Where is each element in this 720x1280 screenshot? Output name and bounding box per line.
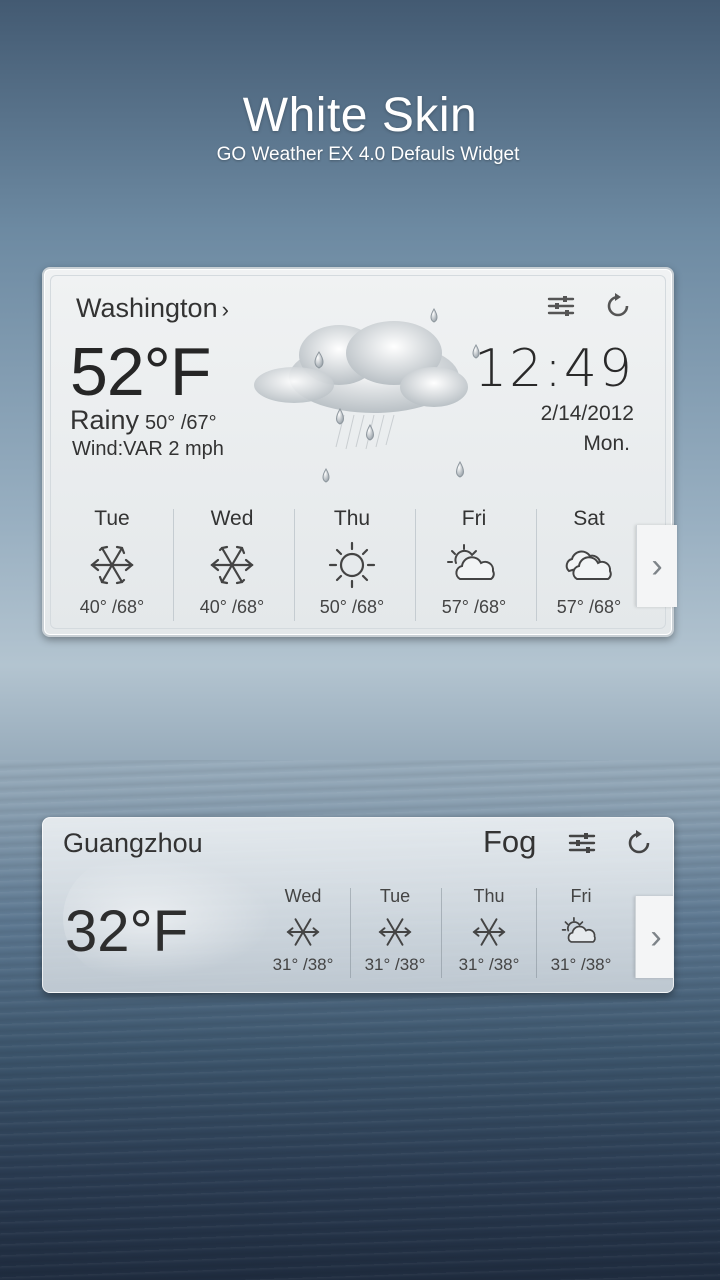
current-temperature: 52°F: [70, 334, 211, 410]
forecast-day[interactable]: Fri 57° /68°: [414, 507, 534, 618]
forecast-temps: 57° /68°: [441, 597, 507, 617]
forecast-temps: 31° /38°: [364, 955, 426, 974]
page-title: White Skin: [242, 89, 478, 142]
forecast-day-label: Tue: [94, 507, 130, 530]
city-name: Washington: [76, 293, 218, 323]
forecast-temps: 40° /68°: [79, 597, 145, 617]
clock-weekday: Mon.: [583, 432, 630, 455]
forecast-day-label: Thu: [473, 886, 505, 906]
partly-cloudy-icon: [561, 916, 596, 943]
partly-cloudy-icon: [447, 544, 495, 580]
snowflake-icon: [210, 545, 254, 585]
forecast-day-label: Wed: [284, 886, 322, 906]
current-temperature: 32°F: [65, 899, 189, 964]
forecast-day[interactable]: Thu 31° /38°: [444, 886, 534, 975]
forecast-day-label: Wed: [210, 507, 254, 530]
city-selector[interactable]: Washington ›: [76, 293, 229, 324]
sun-icon: [328, 541, 376, 589]
forecast-day[interactable]: Sat 57° /68°: [534, 507, 644, 618]
forecast-day-label: Sat: [573, 507, 605, 530]
page-subtitle: GO Weather EX 4.0 Defauls Widget: [216, 144, 520, 165]
settings-icon[interactable]: [544, 289, 578, 323]
temperature-range: 50° /67°: [145, 412, 217, 434]
forecast-day[interactable]: Wed 31° /38°: [258, 886, 348, 975]
forecast-temps: 50° /68°: [319, 597, 385, 617]
forecast-day-label: Thu: [333, 507, 371, 530]
snowflake-icon: [90, 545, 134, 585]
clock-date: 2/14/2012: [540, 402, 634, 425]
snowflake-icon: [378, 918, 412, 946]
refresh-icon[interactable]: [623, 826, 657, 860]
forecast-day[interactable]: Fri 31° /38°: [536, 886, 626, 975]
weather-widget-main[interactable]: Washington › 52°F Rainy 50° /67° Wind:VAR …: [42, 267, 677, 637]
next-page-button[interactable]: ›: [635, 896, 673, 978]
cloudy-icon: [565, 550, 612, 580]
rain-cloud-icon: [254, 308, 480, 483]
chevron-right-icon: ›: [651, 546, 663, 585]
wind-info: Wind:VAR 2 mph: [72, 438, 224, 460]
settings-icon[interactable]: [565, 826, 599, 860]
current-condition-row: Rainy 50° /67°: [70, 405, 217, 436]
snowflake-icon: [472, 918, 506, 946]
weather-widget-compact[interactable]: Guangzhou Fog 32°F Wed 31° /38° Tue 31° …: [42, 817, 674, 993]
forecast-day[interactable]: Thu 50° /68°: [292, 507, 412, 618]
condition-text: Rainy: [70, 405, 140, 435]
forecast-divider: [441, 888, 442, 978]
city-name[interactable]: Guangzhou: [63, 828, 203, 859]
forecast-temps: 57° /68°: [556, 597, 622, 617]
forecast-temps: 31° /38°: [458, 955, 520, 974]
chevron-right-icon: ›: [650, 917, 662, 956]
forecast-day[interactable]: Wed 40° /68°: [172, 507, 292, 618]
snowflake-icon: [286, 918, 320, 946]
clock-time[interactable]: 12:49: [474, 339, 634, 399]
forecast-day[interactable]: Tue 31° /38°: [350, 886, 440, 975]
forecast-day-label: Fri: [461, 507, 487, 530]
forecast-temps: 40° /68°: [199, 597, 265, 617]
condition-text: Fog: [483, 824, 537, 859]
refresh-icon[interactable]: [602, 289, 636, 323]
forecast-temps: 31° /38°: [550, 955, 612, 974]
forecast-temps: 31° /38°: [272, 955, 334, 974]
forecast-day[interactable]: Tue 40° /68°: [52, 507, 172, 618]
forecast-day-label: Tue: [379, 886, 411, 906]
next-page-button[interactable]: ›: [636, 525, 677, 607]
forecast-day-label: Fri: [570, 886, 592, 906]
